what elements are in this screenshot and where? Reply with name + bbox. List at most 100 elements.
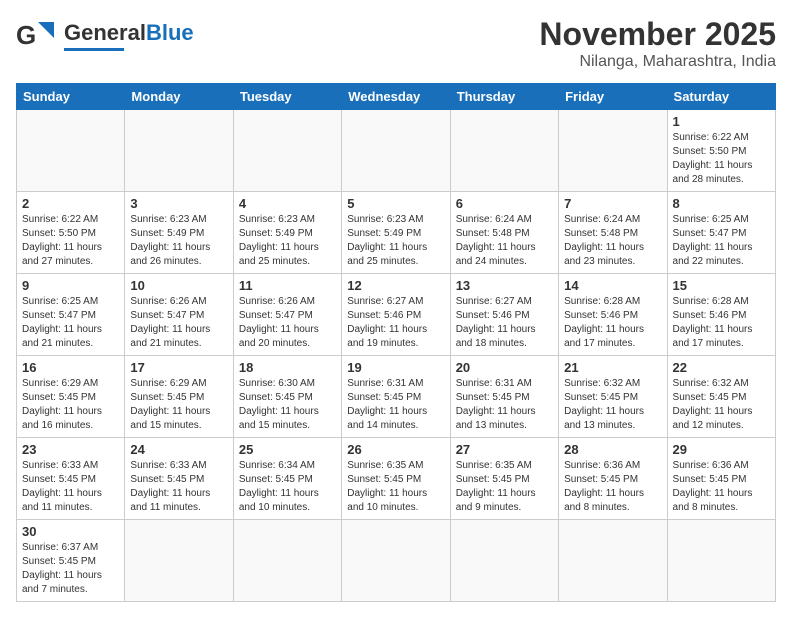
calendar-day-cell bbox=[233, 110, 341, 192]
calendar-day-cell bbox=[17, 110, 125, 192]
calendar-week-row: 23 Sunrise: 6:33 AM Sunset: 5:45 PM Dayli… bbox=[17, 438, 776, 520]
weekday-header-cell: Monday bbox=[125, 84, 233, 110]
day-number: 4 bbox=[239, 196, 336, 211]
day-info: Sunrise: 6:37 AM Sunset: 5:45 PM Dayligh… bbox=[22, 541, 119, 597]
day-info: Sunrise: 6:23 AM Sunset: 5:49 PM Dayligh… bbox=[130, 213, 227, 269]
calendar-day-cell: 29 Sunrise: 6:36 AM Sunset: 5:45 PM Dayli… bbox=[667, 438, 775, 520]
calendar-day-cell bbox=[450, 110, 558, 192]
calendar-day-cell: 3 Sunrise: 6:23 AM Sunset: 5:49 PM Daylig… bbox=[125, 192, 233, 274]
calendar-day-cell bbox=[125, 520, 233, 602]
day-info: Sunrise: 6:29 AM Sunset: 5:45 PM Dayligh… bbox=[22, 377, 119, 433]
day-info: Sunrise: 6:25 AM Sunset: 5:47 PM Dayligh… bbox=[22, 295, 119, 351]
calendar-day-cell: 23Sunrise: 6:33 AM Sunset: 5:45 PM Dayli… bbox=[17, 438, 125, 520]
calendar-week-row: 1Sunrise: 6:22 AM Sunset: 5:50 PM Daylig… bbox=[17, 110, 776, 192]
weekday-header-cell: Sunday bbox=[17, 84, 125, 110]
day-number: 9 bbox=[22, 278, 119, 293]
calendar-day-cell: 6Sunrise: 6:24 AM Sunset: 5:48 PM Daylig… bbox=[450, 192, 558, 274]
svg-text:G: G bbox=[16, 20, 36, 50]
day-info: Sunrise: 6:36 AM Sunset: 5:45 PM Dayligh… bbox=[564, 459, 661, 515]
day-info: Sunrise: 6:24 AM Sunset: 5:48 PM Dayligh… bbox=[564, 213, 661, 269]
calendar-day-cell bbox=[342, 110, 450, 192]
day-info: Sunrise: 6:29 AM Sunset: 5:45 PM Dayligh… bbox=[130, 377, 227, 433]
calendar-day-cell: 5Sunrise: 6:23 AM Sunset: 5:49 PM Daylig… bbox=[342, 192, 450, 274]
day-info: Sunrise: 6:25 AM Sunset: 5:47 PM Dayligh… bbox=[673, 213, 770, 269]
calendar-day-cell bbox=[233, 520, 341, 602]
day-number: 19 bbox=[347, 360, 444, 375]
calendar-week-row: 9 Sunrise: 6:25 AM Sunset: 5:47 PM Daylig… bbox=[17, 274, 776, 356]
calendar-week-row: 30 Sunrise: 6:37 AM Sunset: 5:45 PM Dayli… bbox=[17, 520, 776, 602]
day-info: Sunrise: 6:33 AM Sunset: 5:45 PM Dayligh… bbox=[130, 459, 227, 515]
day-number: 5 bbox=[347, 196, 444, 211]
weekday-header-cell: Saturday bbox=[667, 84, 775, 110]
day-number: 29 bbox=[673, 442, 770, 457]
day-number: 26 bbox=[347, 442, 444, 457]
calendar-table: SundayMondayTuesdayWednesdayThursdayFrid… bbox=[16, 83, 776, 602]
calendar-day-cell: 30 Sunrise: 6:37 AM Sunset: 5:45 PM Dayli… bbox=[17, 520, 125, 602]
day-info: Sunrise: 6:32 AM Sunset: 5:45 PM Dayligh… bbox=[564, 377, 661, 433]
weekday-header-cell: Wednesday bbox=[342, 84, 450, 110]
day-number: 3 bbox=[130, 196, 227, 211]
calendar-day-cell: 19 Sunrise: 6:31 AM Sunset: 5:45 PM Dayli… bbox=[342, 356, 450, 438]
day-info: Sunrise: 6:26 AM Sunset: 5:47 PM Dayligh… bbox=[239, 295, 336, 351]
day-number: 23 bbox=[22, 442, 119, 457]
weekday-header-row: SundayMondayTuesdayWednesdayThursdayFrid… bbox=[17, 84, 776, 110]
calendar-day-cell bbox=[342, 520, 450, 602]
day-number: 6 bbox=[456, 196, 553, 211]
day-info: Sunrise: 6:22 AM Sunset: 5:50 PM Dayligh… bbox=[673, 131, 770, 187]
calendar-day-cell: 21 Sunrise: 6:32 AM Sunset: 5:45 PM Dayli… bbox=[559, 356, 667, 438]
calendar-week-row: 2Sunrise: 6:22 AM Sunset: 5:50 PM Daylig… bbox=[17, 192, 776, 274]
day-number: 27 bbox=[456, 442, 553, 457]
day-number: 14 bbox=[564, 278, 661, 293]
calendar-day-cell: 26 Sunrise: 6:35 AM Sunset: 5:45 PM Dayli… bbox=[342, 438, 450, 520]
calendar-day-cell: 8 Sunrise: 6:25 AM Sunset: 5:47 PM Daylig… bbox=[667, 192, 775, 274]
calendar-day-cell: 12 Sunrise: 6:27 AM Sunset: 5:46 PM Dayli… bbox=[342, 274, 450, 356]
calendar-day-cell: 15 Sunrise: 6:28 AM Sunset: 5:46 PM Dayli… bbox=[667, 274, 775, 356]
day-number: 24 bbox=[130, 442, 227, 457]
calendar-day-cell: 9 Sunrise: 6:25 AM Sunset: 5:47 PM Daylig… bbox=[17, 274, 125, 356]
calendar-day-cell bbox=[559, 520, 667, 602]
day-number: 17 bbox=[130, 360, 227, 375]
day-number: 10 bbox=[130, 278, 227, 293]
day-info: Sunrise: 6:30 AM Sunset: 5:45 PM Dayligh… bbox=[239, 377, 336, 433]
day-info: Sunrise: 6:36 AM Sunset: 5:45 PM Dayligh… bbox=[673, 459, 770, 515]
calendar-day-cell bbox=[559, 110, 667, 192]
weekday-header-cell: Friday bbox=[559, 84, 667, 110]
day-number: 15 bbox=[673, 278, 770, 293]
day-info: Sunrise: 6:28 AM Sunset: 5:46 PM Dayligh… bbox=[673, 295, 770, 351]
day-info: Sunrise: 6:35 AM Sunset: 5:45 PM Dayligh… bbox=[347, 459, 444, 515]
calendar-day-cell: 27Sunrise: 6:35 AM Sunset: 5:45 PM Dayli… bbox=[450, 438, 558, 520]
weekday-header-cell: Thursday bbox=[450, 84, 558, 110]
page-header: G GeneralBlue November 2025 Nilanga, Mah… bbox=[16, 16, 776, 71]
calendar-day-cell: 28 Sunrise: 6:36 AM Sunset: 5:45 PM Dayli… bbox=[559, 438, 667, 520]
calendar-day-cell: 10Sunrise: 6:26 AM Sunset: 5:47 PM Dayli… bbox=[125, 274, 233, 356]
day-info: Sunrise: 6:22 AM Sunset: 5:50 PM Dayligh… bbox=[22, 213, 119, 269]
calendar-body: 1Sunrise: 6:22 AM Sunset: 5:50 PM Daylig… bbox=[17, 110, 776, 602]
calendar-day-cell: 4 Sunrise: 6:23 AM Sunset: 5:49 PM Daylig… bbox=[233, 192, 341, 274]
calendar-day-cell bbox=[450, 520, 558, 602]
calendar-day-cell: 2Sunrise: 6:22 AM Sunset: 5:50 PM Daylig… bbox=[17, 192, 125, 274]
day-info: Sunrise: 6:31 AM Sunset: 5:45 PM Dayligh… bbox=[456, 377, 553, 433]
calendar-day-cell: 13Sunrise: 6:27 AM Sunset: 5:46 PM Dayli… bbox=[450, 274, 558, 356]
day-info: Sunrise: 6:27 AM Sunset: 5:46 PM Dayligh… bbox=[347, 295, 444, 351]
day-number: 25 bbox=[239, 442, 336, 457]
day-number: 28 bbox=[564, 442, 661, 457]
day-number: 21 bbox=[564, 360, 661, 375]
day-info: Sunrise: 6:23 AM Sunset: 5:49 PM Dayligh… bbox=[239, 213, 336, 269]
calendar-day-cell: 11Sunrise: 6:26 AM Sunset: 5:47 PM Dayli… bbox=[233, 274, 341, 356]
day-number: 30 bbox=[22, 524, 119, 539]
calendar-day-cell: 18Sunrise: 6:30 AM Sunset: 5:45 PM Dayli… bbox=[233, 356, 341, 438]
location-subtitle: Nilanga, Maharashtra, India bbox=[539, 53, 776, 71]
calendar-day-cell: 7Sunrise: 6:24 AM Sunset: 5:48 PM Daylig… bbox=[559, 192, 667, 274]
calendar-day-cell: 1Sunrise: 6:22 AM Sunset: 5:50 PM Daylig… bbox=[667, 110, 775, 192]
calendar-day-cell: 24 Sunrise: 6:33 AM Sunset: 5:45 PM Dayli… bbox=[125, 438, 233, 520]
calendar-day-cell: 17 Sunrise: 6:29 AM Sunset: 5:45 PM Dayli… bbox=[125, 356, 233, 438]
calendar-day-cell: 14Sunrise: 6:28 AM Sunset: 5:46 PM Dayli… bbox=[559, 274, 667, 356]
day-info: Sunrise: 6:31 AM Sunset: 5:45 PM Dayligh… bbox=[347, 377, 444, 433]
day-number: 8 bbox=[673, 196, 770, 211]
day-number: 12 bbox=[347, 278, 444, 293]
calendar-day-cell bbox=[125, 110, 233, 192]
weekday-header-cell: Tuesday bbox=[233, 84, 341, 110]
day-number: 20 bbox=[456, 360, 553, 375]
calendar-week-row: 16 Sunrise: 6:29 AM Sunset: 5:45 PM Dayli… bbox=[17, 356, 776, 438]
day-number: 16 bbox=[22, 360, 119, 375]
